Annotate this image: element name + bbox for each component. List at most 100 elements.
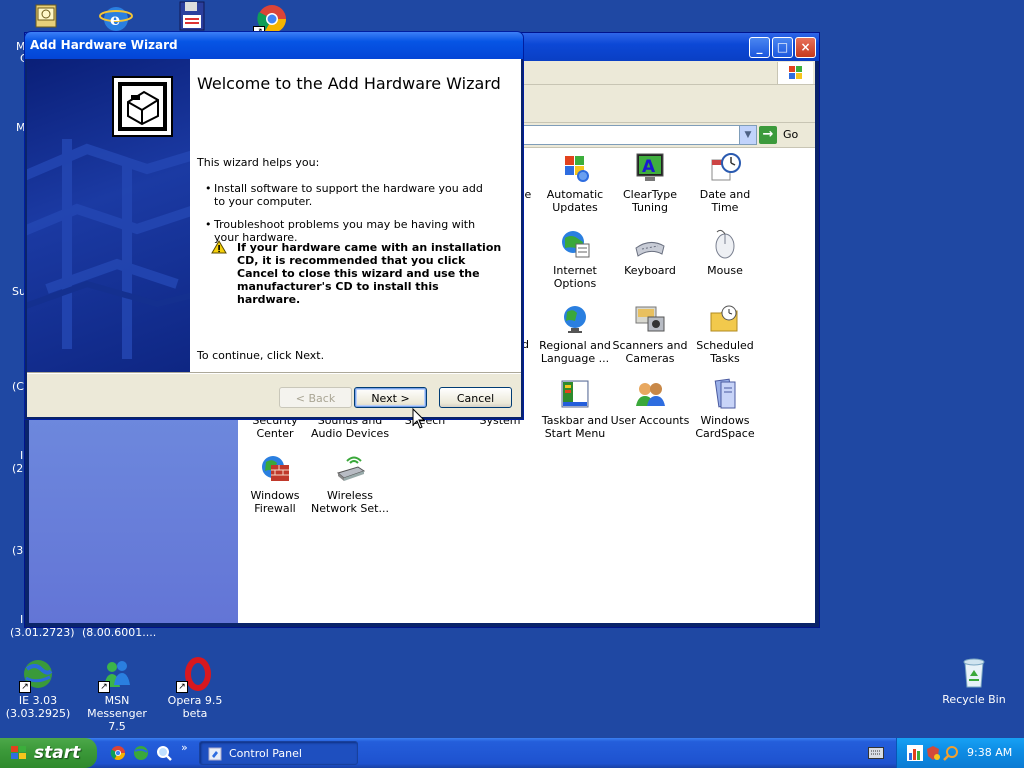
cp-item-label: Audio Devices [310,427,390,440]
maximize-button[interactable]: □ [772,37,793,58]
close-button[interactable]: × [795,37,816,58]
cp-item-user-accounts[interactable]: User Accounts [610,378,690,427]
msn-messenger-icon: ↗ [98,657,134,693]
bullet-dot: • [205,182,212,195]
cp-item-taskbar-start-menu[interactable]: Taskbar and Start Menu [535,378,615,440]
cp-item-date-time[interactable]: Date and Time [685,152,765,214]
globe-icon [559,303,591,335]
quicklaunch-more-button[interactable]: » [181,741,188,754]
start-button[interactable]: start [0,738,97,768]
windows-logo-icon [10,745,28,761]
cp-item-label: Keyboard [624,264,676,277]
chart-tray-icon[interactable] [907,745,923,761]
cp-item-regional-language[interactable]: Regional and Language ... [535,303,615,365]
desktop-icon-label: IE 3.03 [18,694,58,707]
minimize-button[interactable]: _ [749,37,770,58]
wizard-separator [27,372,521,374]
cp-item-scheduled-tasks[interactable]: Scheduled Tasks [685,303,765,365]
cp-item-label: Updates [552,201,598,214]
control-panel-icon [207,746,223,762]
desktop-partial-label: I [20,449,24,462]
mouse-cursor-icon [412,407,426,430]
firewall-icon [259,453,291,485]
chrome-quicklaunch-icon[interactable] [110,745,126,761]
cardspace-icon [709,378,741,410]
desktop-icon-opera[interactable]: ↗ Opera 9.5 beta [154,657,236,720]
wizard-banner [27,59,190,372]
cp-item-label: Network Set... [311,502,389,515]
security-alert-tray-icon[interactable] [925,745,941,761]
cp-item-label: Scheduled [696,339,754,352]
cancel-button[interactable]: Cancel [439,387,512,408]
cleartype-icon: A [634,152,666,184]
cp-item-windows-firewall[interactable]: Windows Firewall [235,453,315,515]
wizard-bullet: • Install software to support the hardwar… [205,182,494,208]
desktop-icon-ie303[interactable]: ↗ IE 3.03 (3.03.2925) [0,657,78,720]
desktop-icon-label: Recycle Bin [942,693,1006,706]
wizard-titlebar[interactable]: Add Hardware Wizard [25,32,523,59]
cp-item-label: Windows [250,489,300,502]
wireless-icon [334,453,366,485]
cp-item-label: Options [553,277,597,290]
taskbar-icon [559,378,591,410]
cp-item-label: Language ... [540,352,610,365]
go-arrow-icon: → [759,126,777,144]
keyboard-icon [634,228,666,260]
cp-item-label: CardSpace [695,427,755,440]
desktop-icon-recycle-bin[interactable]: Recycle Bin [934,656,1014,706]
wizard-bullet-text: Install software to support the hardware… [214,182,483,208]
cp-item-internet-options[interactable]: Internet Options [535,228,615,290]
cp-item-label: Tuning [631,201,668,214]
cp-item-label: Date and Time [699,188,751,214]
wizard-title: Add Hardware Wizard [30,38,178,52]
windows-update-icon [559,152,591,184]
cp-item-windows-cardspace[interactable]: Windows CardSpace [685,378,765,440]
ie-quicklaunch-icon[interactable] [133,745,149,761]
shortcut-arrow-icon: ↗ [176,681,188,693]
cp-item-label: Automatic [546,188,604,201]
keyboard-tray-icon[interactable] [868,747,884,759]
date-time-icon [709,152,741,184]
wizard-intro: This wizard helps you: [197,156,320,169]
cp-item-label: Taskbar and [541,414,609,427]
search-quicklaunch-icon[interactable] [156,745,172,761]
cp-item-label: User Accounts [610,414,690,427]
cp-item-label: Firewall [254,502,296,515]
cp-item-label: Tasks [710,352,740,365]
search-tray-icon[interactable] [943,745,959,761]
opera-icon: ↗ [176,657,212,693]
cp-item-label: Regional and [539,339,611,352]
shortcut-arrow-icon: ↗ [19,681,31,693]
cp-item-keyboard[interactable]: Keyboard [610,228,690,277]
svg-text:A: A [642,157,656,177]
cp-item-scanners-cameras[interactable]: Scanners and Cameras [610,303,690,365]
system-tray: 9:38 AM [896,738,1024,768]
wizard-body: Welcome to the Add Hardware Wizard This … [27,59,521,417]
desktop-partial-label: (3 [12,544,24,557]
scheduled-tasks-icon [709,303,741,335]
cp-item-label: Internet [553,264,597,277]
cp-item-label: ClearType [622,188,678,201]
back-button[interactable]: < Back [279,387,352,408]
address-dropdown-button[interactable]: ▼ [739,126,756,144]
desktop-partial-label: (2 [12,462,24,475]
cp-item-mouse[interactable]: Mouse [685,228,765,277]
recycle-bin-icon [957,656,991,690]
shortcut-arrow-icon: ↗ [98,681,110,693]
cp-item-label: Wireless [326,489,374,502]
next-button[interactable]: Next > [354,387,427,408]
cp-item-wireless-network[interactable]: Wireless Network Set... [310,453,390,515]
wizard-heading: Welcome to the Add Hardware Wizard [197,74,501,93]
cp-item-cleartype-tuning[interactable]: A ClearType Tuning [610,152,690,214]
go-label: Go [783,128,799,141]
taskbar-button-control-panel[interactable]: Control Panel [199,741,358,765]
cp-item-label: Start Menu [544,427,606,440]
desktop-icon-msn[interactable]: ↗ MSN Messenger 7.5 [77,657,157,733]
ie-globe-icon: ↗ [19,657,55,693]
cp-item-label: Center [256,427,294,440]
desktop-icon-label: Opera 9.5 beta [167,694,223,720]
go-button[interactable]: → Go [759,125,811,145]
floppy-icon [175,0,209,34]
warning-icon [211,240,227,254]
cp-item-automatic-updates[interactable]: Automatic Updates [535,152,615,214]
